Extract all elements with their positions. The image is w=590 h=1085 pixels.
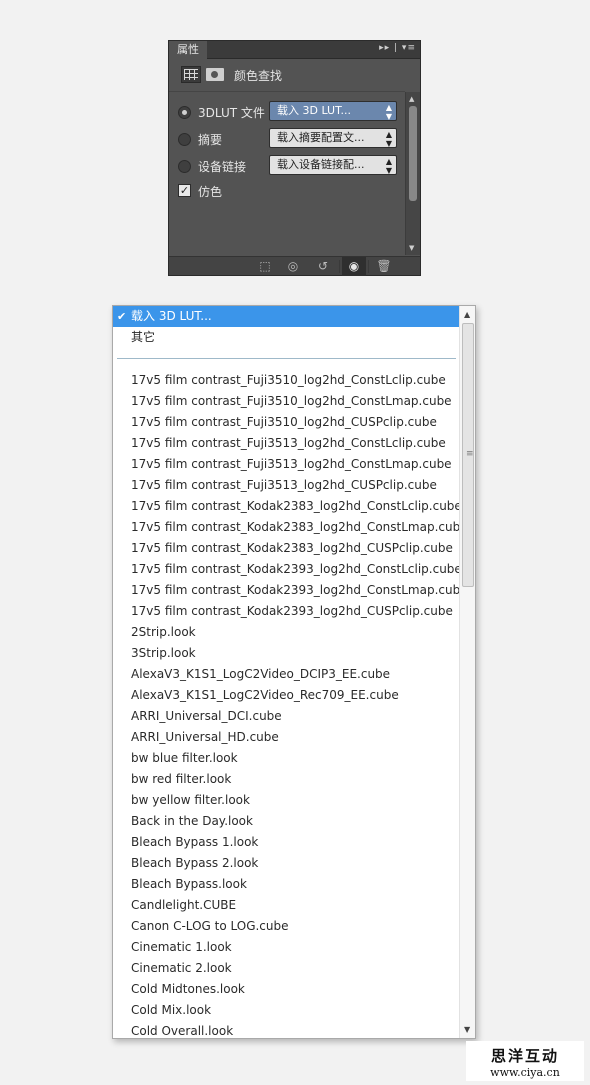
dropdown-item[interactable]: bw yellow filter.look: [113, 790, 460, 811]
dropdown-item[interactable]: 17v5 film contrast_Kodak2383_log2hd_CUSP…: [113, 538, 460, 559]
dropdown-scrollbar[interactable]: ▲ ≡ ▼: [459, 306, 475, 1038]
row-label: 仿色: [198, 185, 223, 199]
panel-tabbar: 属性 ▸▸ | ▾≡: [169, 41, 420, 59]
select-value: 载入 3D LUT...: [277, 104, 351, 117]
trash-icon[interactable]: 🗑: [372, 257, 396, 276]
dropdown-item[interactable]: Back in the Day.look: [113, 811, 460, 832]
scroll-down-icon[interactable]: ▼: [409, 244, 414, 252]
row-label: 设备链接: [198, 160, 247, 174]
dropdown-item[interactable]: 17v5 film contrast_Fuji3513_log2hd_Const…: [113, 433, 460, 454]
scroll-up-icon[interactable]: ▲: [409, 95, 414, 103]
panel-menu-icon[interactable]: ▸▸ | ▾≡: [379, 43, 416, 53]
dropdown-item[interactable]: 17v5 film contrast_Kodak2393_log2hd_Cons…: [113, 559, 462, 580]
dropdown-item[interactable]: bw blue filter.look: [113, 748, 460, 769]
radio-device-link[interactable]: [178, 160, 191, 173]
watermark: 思洋互动 www.ciya.cn: [466, 1041, 584, 1081]
dropdown-item[interactable]: 17v5 film contrast_Fuji3510_log2hd_Const…: [113, 370, 460, 391]
select-arrows-icon: ▲ ▼: [385, 103, 392, 121]
dropdown-item[interactable]: Cinematic 1.look: [113, 937, 460, 958]
dropdown-item[interactable]: AlexaV3_K1S1_LogC2Video_Rec709_EE.cube: [113, 685, 460, 706]
row-dither: ✓ 仿色: [178, 180, 403, 202]
dropdown-item[interactable]: Cold Mix.look: [113, 1000, 460, 1021]
lut-dropdown-menu: ✔ 载入 3D LUT... 其它 17v5 film contrast_Fuj…: [112, 305, 476, 1039]
dropdown-item[interactable]: bw red filter.look: [113, 769, 460, 790]
panel-body: 3DLUT 文件 载入 3D LUT... ▲ ▼ 摘要 载入摘要配置文... ▲…: [169, 92, 405, 255]
dropdown-item[interactable]: Cold Overall.look: [113, 1021, 460, 1038]
dropdown-item[interactable]: Bleach Bypass.look: [113, 874, 460, 895]
dropdown-item[interactable]: Cinematic 2.look: [113, 958, 460, 979]
grip-icon: ≡: [466, 449, 474, 459]
dropdown-item[interactable]: Cold Midtones.look: [113, 979, 460, 1000]
panel-title: 颜色查找: [234, 69, 283, 83]
row-abstract: 摘要 载入摘要配置文... ▲ ▼: [178, 128, 403, 150]
select-arrows-icon: ▲ ▼: [385, 157, 392, 175]
reset-icon[interactable]: ↺: [311, 257, 335, 276]
panel-scrollbar[interactable]: ▲ ▼: [405, 92, 420, 255]
layer-mask-icon[interactable]: [206, 68, 224, 81]
dropdown-item-label: 载入 3D LUT...: [131, 309, 212, 323]
abstract-select[interactable]: 载入摘要配置文... ▲ ▼: [269, 128, 397, 148]
select-value: 载入摘要配置文...: [277, 131, 365, 144]
radio-3dlut[interactable]: [178, 106, 191, 119]
dropdown-item[interactable]: ARRI_Universal_HD.cube: [113, 727, 460, 748]
row-3dlut: 3DLUT 文件 载入 3D LUT... ▲ ▼: [178, 101, 403, 123]
dropdown-item[interactable]: 17v5 film contrast_Kodak2393_log2hd_CUSP…: [113, 601, 460, 622]
dropdown-item[interactable]: 17v5 film contrast_Kodak2383_log2hd_Cons…: [113, 496, 462, 517]
row-device-link: 设备链接 载入设备链接配... ▲ ▼: [178, 155, 403, 177]
dropdown-item[interactable]: 17v5 film contrast_Kodak2393_log2hd_Cons…: [113, 580, 468, 601]
tab-properties[interactable]: 属性: [169, 41, 207, 59]
dither-checkbox[interactable]: ✓: [178, 184, 191, 197]
dropdown-item[interactable]: 17v5 film contrast_Kodak2383_log2hd_Cons…: [113, 517, 468, 538]
dropdown-item[interactable]: 17v5 film contrast_Fuji3510_log2hd_CUSPc…: [113, 412, 460, 433]
adjustment-layer-icon[interactable]: [181, 66, 201, 83]
dropdown-item[interactable]: Canon C-LOG to LOG.cube: [113, 916, 460, 937]
dropdown-item[interactable]: Candlelight.CUBE: [113, 895, 460, 916]
select-arrows-icon: ▲ ▼: [385, 130, 392, 148]
checkmark-icon: ✔: [117, 310, 127, 323]
divider: [368, 260, 369, 273]
dropdown-item-selected[interactable]: ✔ 载入 3D LUT...: [113, 306, 460, 327]
dropdown-item[interactable]: Bleach Bypass 2.look: [113, 853, 460, 874]
dropdown-item-other[interactable]: 其它: [113, 327, 460, 348]
radio-abstract[interactable]: [178, 133, 191, 146]
panel-header: 颜色查找: [169, 60, 420, 90]
clip-to-layer-icon[interactable]: ⬚: [253, 257, 277, 276]
lut-file-select[interactable]: 载入 3D LUT... ▲ ▼: [269, 101, 397, 121]
watermark-url: www.ciya.cn: [490, 1066, 560, 1079]
scroll-thumb[interactable]: [409, 106, 417, 201]
dropdown-item-label: 其它: [131, 330, 156, 344]
dropdown-item[interactable]: 3Strip.look: [113, 643, 460, 664]
divider: [339, 260, 340, 273]
properties-panel: 属性 ▸▸ | ▾≡ 颜色查找 3DLUT 文件 载入 3D LUT... ▲ ▼…: [168, 40, 421, 276]
row-label: 摘要: [198, 133, 223, 147]
select-value: 载入设备链接配...: [277, 158, 365, 171]
scroll-down-icon[interactable]: ▼: [464, 1025, 470, 1034]
scroll-up-icon[interactable]: ▲: [464, 310, 470, 319]
dropdown-item[interactable]: 17v5 film contrast_Fuji3510_log2hd_Const…: [113, 391, 460, 412]
dropdown-list: ✔ 载入 3D LUT... 其它 17v5 film contrast_Fuj…: [113, 306, 468, 1038]
device-link-select[interactable]: 载入设备链接配... ▲ ▼: [269, 155, 397, 175]
visibility-eye-icon[interactable]: ◉: [342, 257, 366, 276]
dropdown-item[interactable]: Bleach Bypass 1.look: [113, 832, 460, 853]
dropdown-item[interactable]: 2Strip.look: [113, 622, 460, 643]
scroll-thumb[interactable]: ≡: [462, 323, 474, 587]
panel-footer: ⬚ ◎ ↺ ◉ 🗑: [169, 256, 420, 276]
row-label: 3DLUT 文件: [198, 106, 265, 120]
dropdown-item[interactable]: ARRI_Universal_DCI.cube: [113, 706, 460, 727]
watermark-name: 思洋互动: [490, 1047, 559, 1065]
dropdown-item[interactable]: 17v5 film contrast_Fuji3513_log2hd_CUSPc…: [113, 475, 460, 496]
dropdown-item[interactable]: 17v5 film contrast_Fuji3513_log2hd_Const…: [113, 454, 460, 475]
view-previous-state-icon[interactable]: ◎: [281, 257, 305, 276]
dropdown-item[interactable]: AlexaV3_K1S1_LogC2Video_DCIP3_EE.cube: [113, 664, 460, 685]
